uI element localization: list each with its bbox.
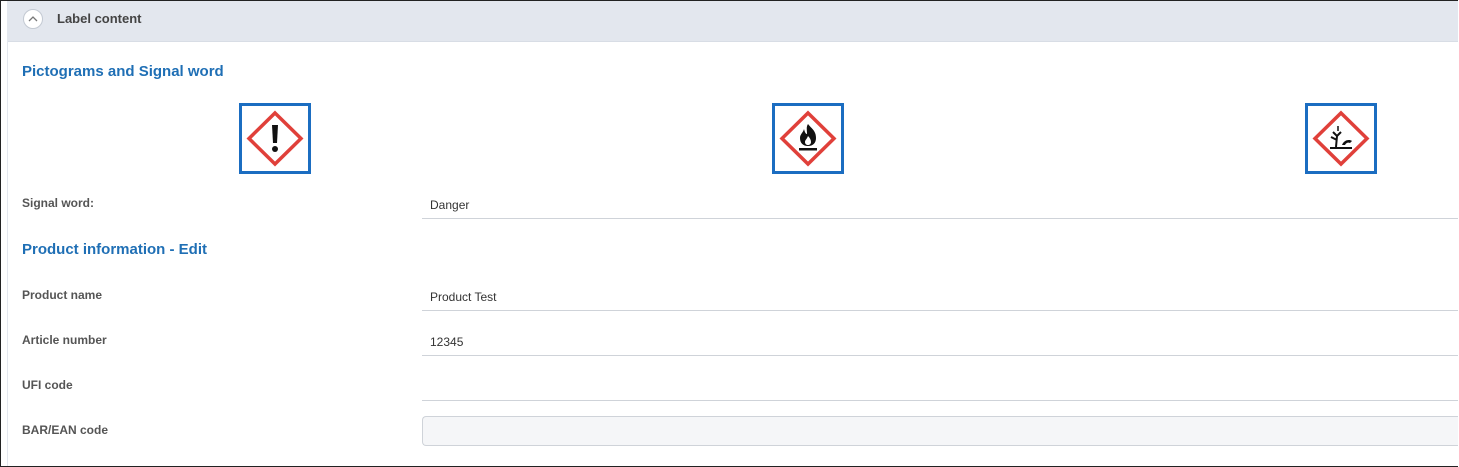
signal-word-value: Danger xyxy=(422,189,1458,219)
exclamation-mark-pictogram-icon xyxy=(246,110,304,167)
bar-ean-code-label: BAR/EAN code xyxy=(22,423,109,437)
article-number-value: 12345 xyxy=(422,326,1458,356)
collapse-toggle-button[interactable] xyxy=(23,9,43,29)
bar-ean-code-input[interactable] xyxy=(422,416,1458,446)
pictogram-flame[interactable] xyxy=(772,103,844,174)
article-number-label: Article number xyxy=(22,333,107,347)
label-content-panel: Label content Pictograms and Signal word… xyxy=(0,0,1458,467)
pictogram-exclamation[interactable] xyxy=(239,103,311,174)
signal-word-label: Signal word: xyxy=(22,196,94,210)
ufi-code-value xyxy=(422,371,1458,401)
chevron-up-icon xyxy=(28,16,38,22)
flame-pictogram-icon xyxy=(779,110,837,167)
environment-pictogram-icon xyxy=(1312,110,1370,167)
pictograms-section-title: Pictograms and Signal word xyxy=(22,63,224,80)
panel-left-border xyxy=(7,41,8,466)
ufi-code-label: UFI code xyxy=(22,378,73,392)
product-name-value: Product Test xyxy=(422,281,1458,311)
product-section-title: Product information - Edit xyxy=(22,241,207,258)
panel-title: Label content xyxy=(57,11,142,26)
panel-header[interactable]: Label content xyxy=(7,1,1458,42)
pictogram-environment[interactable] xyxy=(1305,103,1377,174)
product-name-label: Product name xyxy=(22,288,103,302)
